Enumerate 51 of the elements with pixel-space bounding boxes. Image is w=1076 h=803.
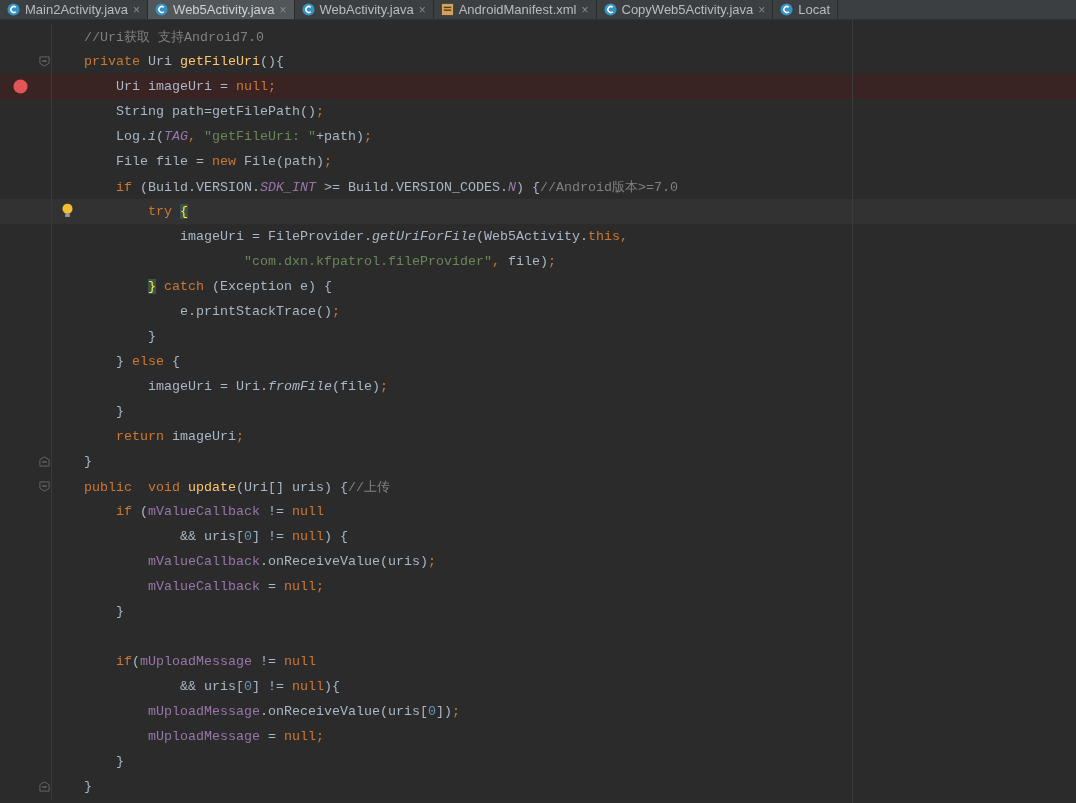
code-line: Uri imageUri = null; [115, 79, 276, 94]
code-line: Log.i(TAG, "getFileUri: "+path); [115, 129, 372, 144]
code-line: String path=getFilePath(); [115, 104, 324, 119]
fold-icon[interactable] [39, 56, 50, 67]
code-line: imageUri = Uri.fromFile(file); [147, 379, 388, 394]
code-line: e.printStackTrace(); [179, 304, 340, 319]
code-line: //Uri获取 支持Android7.0 [83, 28, 264, 46]
code-line: mUploadMessage.onReceiveValue(uris[0]); [147, 704, 460, 719]
code-line: if(mUploadMessage != null [115, 654, 316, 669]
file-tab[interactable]: Locat [773, 0, 839, 19]
class-icon [301, 3, 315, 16]
code-line: public void update(Uri[] uris) {//上传 [83, 478, 390, 496]
code-line: File file = new File(path); [115, 154, 332, 169]
lightbulb-icon[interactable] [62, 203, 73, 218]
code-line: } [115, 404, 124, 419]
class-icon [780, 3, 794, 16]
code-line: mUploadMessage = null; [147, 729, 324, 744]
class-icon [603, 3, 617, 16]
fold-icon[interactable] [39, 481, 50, 492]
code-line: try { [147, 204, 188, 219]
fold-icon[interactable] [39, 781, 50, 792]
code-line: } [115, 754, 124, 769]
close-tab-button[interactable]: × [133, 2, 141, 17]
file-tab[interactable]: Web5Activity.java × [148, 0, 295, 19]
code-line: if (mValueCallback != null [115, 504, 324, 519]
file-tab[interactable]: CopyWeb5Activity.java × [596, 0, 774, 19]
file-tab[interactable]: AndroidManifest.xml × [433, 0, 597, 19]
code-line: } [147, 329, 156, 344]
class-icon [155, 3, 169, 16]
breakpoint-icon[interactable] [13, 79, 28, 94]
code-line: mValueCallback = null; [147, 579, 324, 594]
code-line: } [83, 454, 92, 469]
code-line: } [83, 779, 92, 794]
code-line: imageUri = FileProvider.getUriForFile(Web5Activity.this, [179, 229, 628, 244]
code-line: mValueCallback.onReceiveValue(uris); [147, 554, 436, 569]
close-tab-button[interactable]: × [758, 2, 766, 17]
close-tab-button[interactable]: × [581, 2, 589, 17]
code-line: "com.dxn.kfpatrol.fileProvider", file); [243, 254, 556, 269]
fold-icon[interactable] [39, 456, 50, 467]
file-tab[interactable]: WebActivity.java × [294, 0, 434, 19]
class-icon [7, 3, 20, 16]
code-line: && uris[0] != null) { [179, 529, 348, 544]
manifest-file-icon [440, 3, 454, 16]
close-tab-button[interactable]: × [418, 2, 426, 17]
code-line: return imageUri; [115, 429, 244, 444]
code-line: if (Build.VERSION.SDK_INT >= Build.VERSION_CODES.N) {//Android版本>=7.0 [115, 178, 678, 196]
code-line: } catch (Exception e) { [147, 279, 332, 294]
code-line: && uris[0] != null){ [179, 679, 340, 694]
code-line: private Uri getFileUri(){ [83, 54, 284, 69]
code-line: } else { [115, 354, 180, 369]
code-line: } [115, 604, 124, 619]
